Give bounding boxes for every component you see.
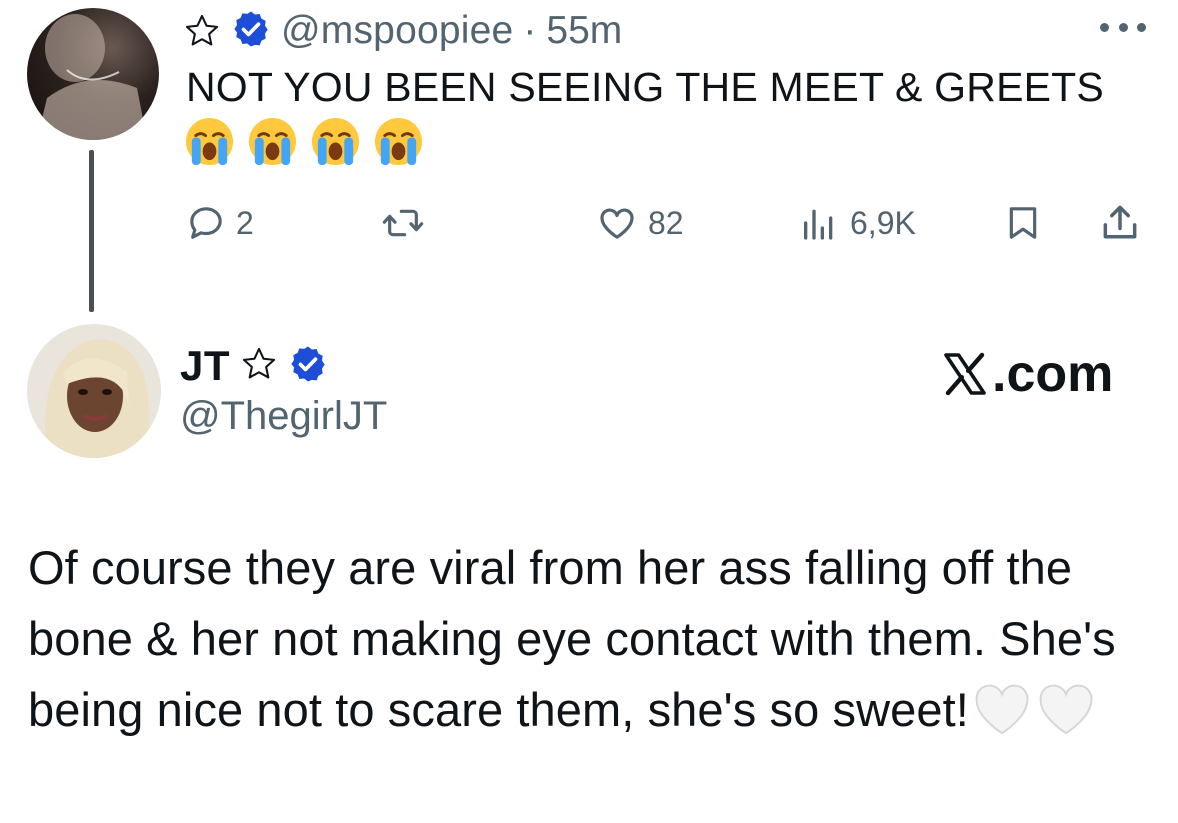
share-button[interactable] [1098,198,1142,248]
watermark-domain: .com [992,345,1114,403]
tweet2-author: JT [180,341,328,391]
tweet1-text: NOT YOU BEEN SEEING THE MEET & GREETS [186,64,1104,110]
reply-count: 2 [236,204,254,241]
bookmark-icon [1009,207,1037,239]
like-count: 82 [648,204,684,241]
bookmark-button[interactable] [1003,198,1043,248]
view-count: 6,9K [850,204,916,241]
tweet1-header: @mspoopiee · 55m [183,6,622,56]
trailing-emojis [973,682,1095,736]
tweet2-body: Of course they are viral from her ass fa… [28,532,1138,745]
separator-dot: · [523,9,537,52]
loudly-crying-face-icon [374,117,423,166]
retweet-button[interactable] [381,198,435,248]
x-logo-icon [944,352,986,396]
tweet2-text: Of course they are viral from her ass fa… [28,541,1116,736]
reply-button[interactable]: 2 [186,198,254,248]
views-button[interactable]: 6,9K [798,198,916,248]
heart-icon [600,208,634,239]
thread-connector-line [89,150,94,312]
verified-badge-icon [231,9,271,54]
tweet1-emoji-row [184,116,424,167]
share-icon [1103,205,1137,239]
avatar-mspoopiee[interactable] [27,8,159,140]
white-heart-icon [1039,684,1093,735]
more-options-icon[interactable] [1100,12,1146,42]
loudly-crying-face-icon [248,117,297,166]
analytics-icon [804,209,833,240]
avatar-thegirljt[interactable] [27,324,161,458]
reply-icon [190,207,222,239]
loudly-crying-face-icon [311,117,360,166]
tweet1-handle[interactable]: @mspoopiee [281,9,513,53]
x-com-watermark: .com [940,345,1114,403]
verified-badge-icon [288,344,328,389]
star-icon[interactable] [183,12,221,50]
white-heart-icon [975,684,1029,735]
tweet1-timestamp[interactable]: 55m [546,9,622,53]
retweet-icon [382,209,424,237]
author-handle[interactable]: @ThegirlJT [180,394,387,439]
like-button[interactable]: 82 [596,198,684,248]
star-icon[interactable] [240,345,278,388]
loudly-crying-face-icon [185,117,234,166]
author-name[interactable]: JT [180,342,230,390]
